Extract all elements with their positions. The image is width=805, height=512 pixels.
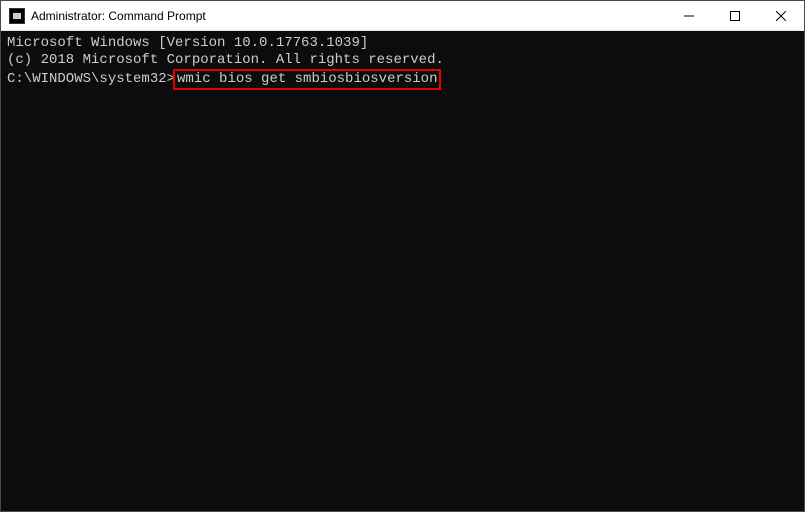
command-text: wmic bios get smbiosbiosversion: [177, 71, 437, 87]
terminal-output-line: Microsoft Windows [Version 10.0.17763.10…: [7, 35, 798, 52]
prompt-text: C:\WINDOWS\system32>: [7, 71, 175, 88]
window-title: Administrator: Command Prompt: [31, 9, 206, 23]
terminal-output-line: (c) 2018 Microsoft Corporation. All righ…: [7, 52, 798, 69]
terminal-area[interactable]: Microsoft Windows [Version 10.0.17763.10…: [1, 31, 804, 511]
minimize-button[interactable]: [666, 1, 712, 30]
maximize-button[interactable]: [712, 1, 758, 30]
terminal-prompt-line: C:\WINDOWS\system32>wmic bios get smbios…: [7, 69, 798, 90]
window-controls: [666, 1, 804, 30]
command-prompt-window: Administrator: Command Prompt Microsoft …: [0, 0, 805, 512]
command-highlight: wmic bios get smbiosbiosversion: [173, 69, 441, 90]
close-button[interactable]: [758, 1, 804, 30]
cmd-icon: [9, 8, 25, 24]
titlebar[interactable]: Administrator: Command Prompt: [1, 1, 804, 31]
